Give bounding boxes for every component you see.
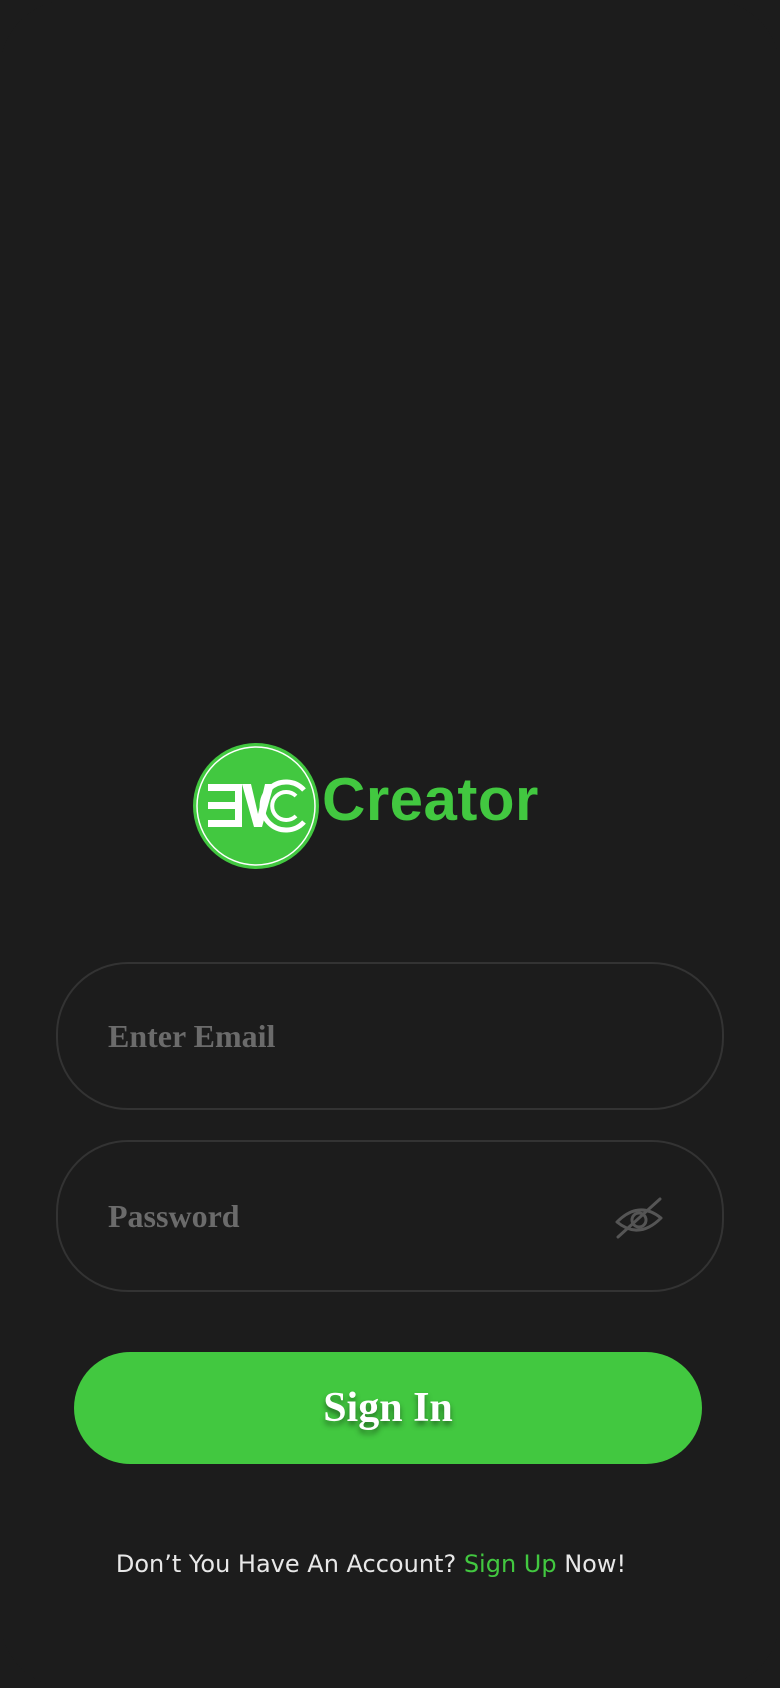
email-input[interactable] [108,964,628,1108]
password-field-container [56,1140,724,1292]
password-input[interactable] [108,1142,628,1290]
signup-prompt-suffix: Now! [556,1550,627,1578]
eye-off-icon[interactable] [614,1196,664,1240]
login-screen: Creator Sign In Don’t You Have An Accoun… [0,0,780,1688]
app-logo: Creator [192,742,538,870]
evc-logo-badge [193,743,319,869]
sign-in-button[interactable]: Sign In [74,1352,702,1464]
signup-prompt-text: Don’t You Have An Account? [115,1550,464,1578]
signup-prompt: Don’t You Have An Account? Sign Up Now! [0,1550,742,1578]
logo-wordmark: Creator [322,766,539,833]
email-field-container [56,962,724,1110]
sign-in-label: Sign In [323,1385,453,1431]
sign-up-link[interactable]: Sign Up [464,1550,557,1578]
